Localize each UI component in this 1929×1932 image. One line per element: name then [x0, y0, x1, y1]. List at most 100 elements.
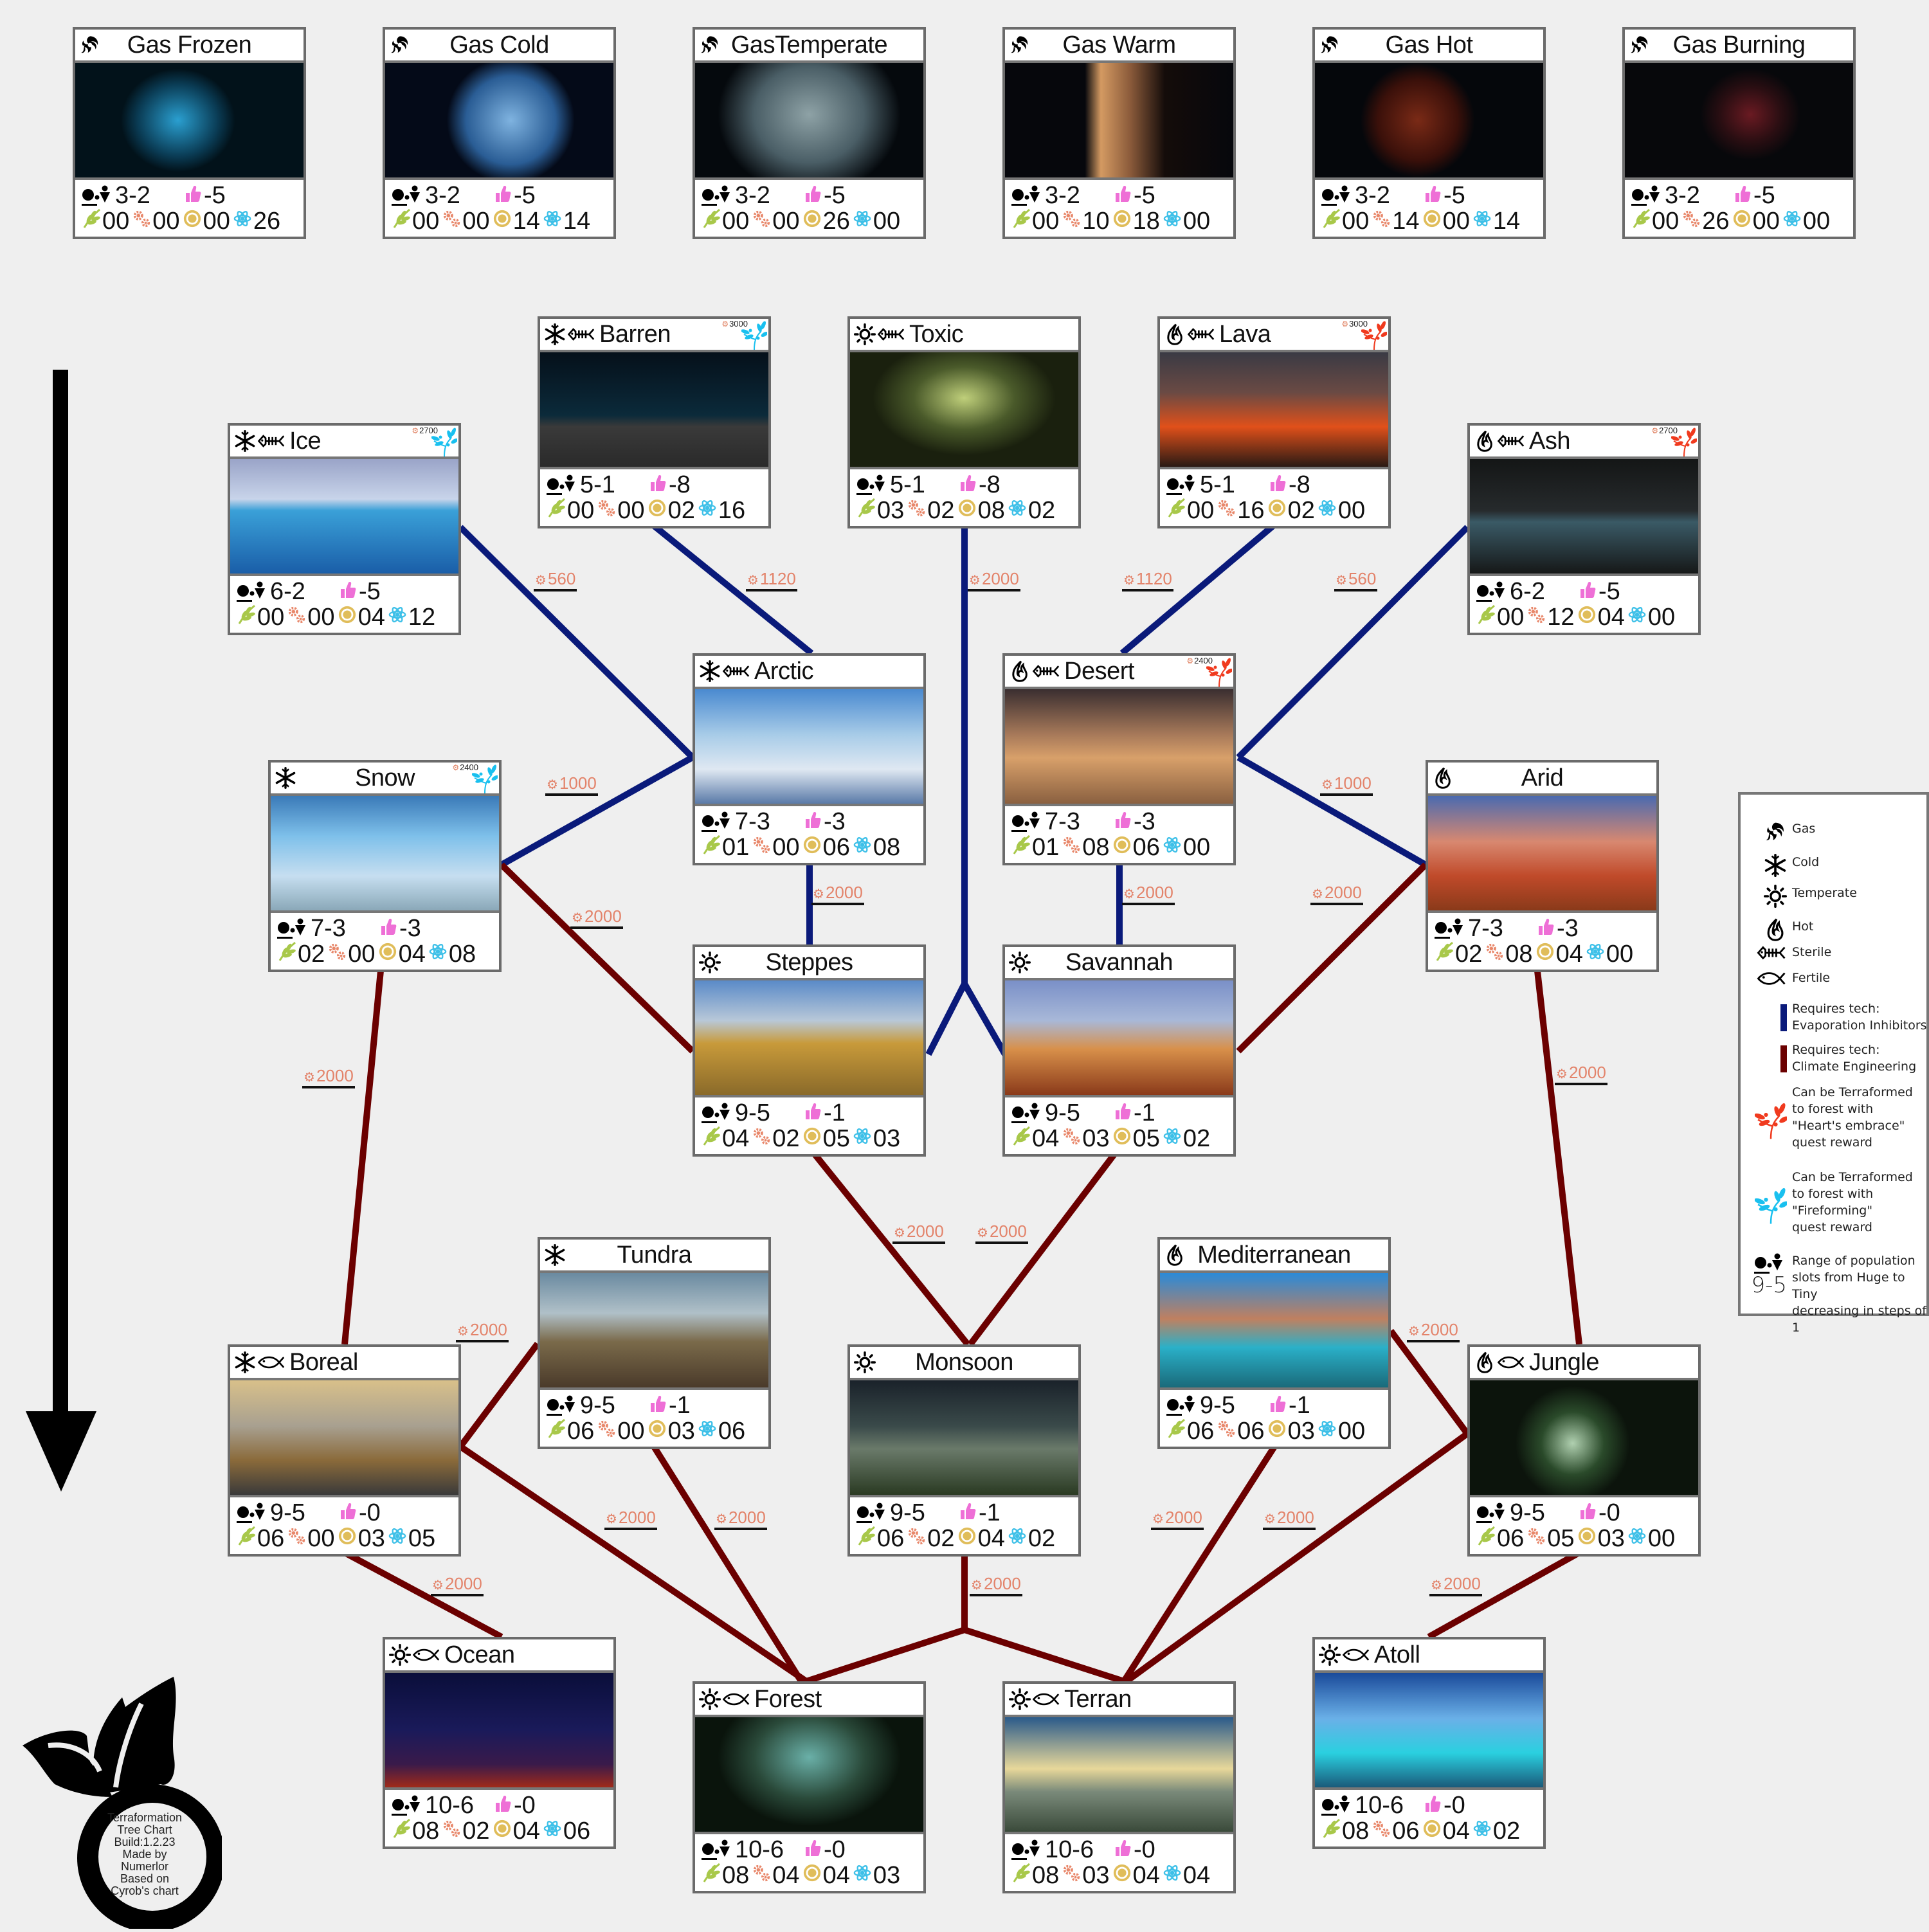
industry-icon	[442, 1818, 462, 1845]
science-value: 12	[408, 603, 436, 631]
card-header: Monsoon	[850, 1347, 1078, 1380]
science-value: 08	[873, 833, 901, 861]
link-cost-label: ⚙1000	[545, 773, 598, 796]
fish-skeleton-icon	[721, 658, 750, 684]
planet-card-savannah: Savannah 9-5 -1 04 03 05 02	[1002, 944, 1236, 1157]
link-boreal-to-tundra	[458, 1342, 540, 1449]
card-stats: 3-2 -5 00 26 00 00	[1625, 180, 1853, 237]
cost-value: 560	[1348, 569, 1377, 588]
approval-icon	[1424, 182, 1444, 210]
science-icon	[1627, 1525, 1648, 1553]
card-stats: 7-3 -3 02 08 04 00	[1428, 913, 1656, 970]
card-stats: 9-5 -0 06 00 03 05	[230, 1497, 458, 1554]
science-icon	[853, 1862, 873, 1890]
credits-value: 00	[1752, 207, 1780, 235]
fireforming-branch-icon	[1754, 1187, 1788, 1224]
food-value: 00	[102, 207, 130, 235]
credits-value: 06	[822, 833, 850, 861]
link-toxic-to-steppes	[925, 525, 968, 1056]
industry-icon	[1062, 208, 1082, 235]
planet-card-gas-cold: Gas Cold 3-2 -5 00 00 14 14	[383, 27, 616, 239]
food-icon	[1166, 1418, 1187, 1445]
planet-image	[695, 1717, 923, 1834]
card-header: Gas Frozen	[75, 30, 303, 63]
approval-icon	[1269, 1392, 1289, 1420]
card-stats: 9-5 -1 06 06 03 00	[1160, 1390, 1388, 1447]
planet-image	[850, 1380, 1078, 1497]
credits-value: 04	[822, 1861, 850, 1889]
fish-skeleton-icon	[1186, 321, 1215, 347]
gear-icon: ⚙	[535, 573, 547, 588]
approval-value: -8	[1289, 471, 1310, 498]
credits-icon	[1422, 1818, 1443, 1845]
link-toxic-to-savannah	[961, 982, 1008, 1056]
card-stats: 9-5 -1 04 02 05 03	[695, 1097, 923, 1154]
food-icon	[1011, 1862, 1032, 1890]
food-value: 00	[567, 496, 595, 524]
legend-label: Requires tech: Evaporation Inhibitors	[1792, 1002, 1927, 1033]
legend-item-hot: Hot	[1741, 918, 1927, 946]
industry-value: 12	[1547, 603, 1575, 631]
gear-icon: ⚙	[894, 1226, 905, 1240]
industry-icon	[1485, 941, 1505, 968]
planet-card-ice: Ice ⚙2700 6-2 -5 00 00 04 12	[228, 423, 461, 635]
planet-name: Gas Cold	[449, 31, 549, 59]
industry-value: 00	[307, 603, 335, 631]
population-icon	[1321, 185, 1351, 206]
link-cost-label: ⚙2000	[1263, 1508, 1316, 1530]
gas-icon	[79, 32, 101, 58]
approval-value: -3	[1557, 914, 1579, 942]
blue-line-swatch	[1780, 1004, 1787, 1031]
link-cost-label: ⚙2000	[892, 1222, 945, 1244]
food-icon	[1631, 208, 1652, 235]
cost-value: 1000	[559, 773, 597, 793]
planet-name: Snow	[354, 764, 415, 791]
industry-icon	[1217, 1418, 1237, 1445]
credits-value: 03	[667, 1417, 695, 1445]
planet-image	[1625, 63, 1853, 180]
planet-name: Gas Frozen	[127, 31, 252, 59]
food-value: 06	[567, 1417, 595, 1445]
gear-icon: ⚙	[747, 573, 759, 588]
badge-line: Based on	[120, 1872, 170, 1885]
planet-card-gas-warm: Gas Warm 3-2 -5 00 10 18 00	[1002, 27, 1236, 239]
credits-icon	[378, 941, 399, 968]
fish-icon	[721, 1686, 750, 1712]
population-range: 5-1	[890, 471, 925, 498]
terraform-forest-badge: ⚙2400	[1183, 656, 1232, 687]
card-stats: 3-2 -5 00 00 00 26	[75, 180, 303, 237]
terraform-forest-badge: ⚙3000	[718, 319, 767, 350]
industry-icon	[1526, 1525, 1547, 1553]
card-stats: 10-6 -0 08 03 04 04	[1005, 1834, 1233, 1891]
credits-value: 04	[512, 1817, 540, 1845]
card-stats: 9-5 -1 04 03 05 02	[1005, 1097, 1233, 1154]
food-icon	[702, 208, 722, 235]
approval-icon	[1114, 1836, 1134, 1864]
link-cost-label: ⚙2000	[1407, 1320, 1460, 1342]
legend-item-gas: Gas	[1741, 820, 1927, 848]
planet-name: Gas Hot	[1385, 31, 1473, 59]
planet-name: Arctic	[754, 657, 814, 685]
snowflake-icon	[544, 321, 566, 347]
food-icon	[1476, 1525, 1497, 1553]
approval-value: -8	[979, 471, 1001, 498]
fish-skeleton-icon	[876, 321, 905, 347]
credits-value: 04	[1132, 1861, 1160, 1889]
planet-image	[695, 63, 923, 180]
link-snow-to-boreal	[341, 970, 384, 1345]
approval-value: -1	[669, 1391, 691, 1419]
card-header: Terran	[1005, 1684, 1233, 1717]
food-icon	[237, 604, 257, 631]
food-icon	[1011, 208, 1032, 235]
science-value: 06	[563, 1817, 591, 1845]
credits-icon	[1112, 1125, 1133, 1153]
food-icon	[547, 1418, 567, 1445]
population-range: 10-6	[735, 1836, 784, 1863]
population-range: 7-3	[311, 914, 346, 942]
approval-value: -0	[1444, 1791, 1465, 1819]
planet-image	[230, 459, 458, 576]
badge-line: Made by Numerlor	[120, 1848, 168, 1873]
science-value: 05	[408, 1524, 436, 1552]
cost-value: 2000	[989, 1222, 1027, 1241]
sun-icon	[854, 321, 876, 347]
